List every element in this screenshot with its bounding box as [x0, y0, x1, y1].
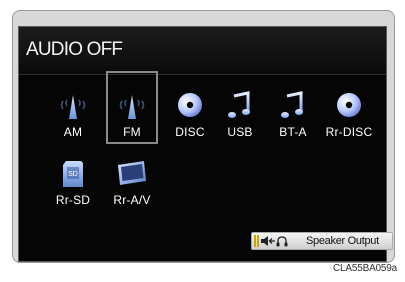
speaker-output-button[interactable]: Speaker Output — [251, 232, 393, 250]
source-fm-button[interactable]: FM — [106, 71, 158, 144]
figure-code: CLA55BA059a — [333, 263, 397, 274]
audio-screen: AUDIO OFF AM FM DISC USB BT-A Rr-DISC SD… — [18, 26, 393, 262]
source-label: Rr-A/V — [113, 193, 151, 207]
disc-icon — [337, 93, 361, 117]
radio-tower-icon — [119, 95, 145, 119]
svg-text:SD: SD — [68, 171, 78, 178]
source-label: Rr-DISC — [325, 125, 373, 139]
speaker-output-icon — [254, 235, 288, 247]
source-rr-sd-button[interactable]: SD Rr-SD — [47, 153, 99, 213]
source-rr-disc-button[interactable]: Rr-DISC — [323, 85, 375, 145]
sd-card-icon: SD — [63, 161, 83, 187]
monitor-icon — [118, 161, 146, 185]
source-rr-av-button[interactable]: Rr-A/V — [106, 153, 158, 213]
source-am-button[interactable]: AM — [47, 85, 99, 145]
disc-icon — [178, 93, 202, 117]
title-bar: AUDIO OFF — [19, 27, 386, 75]
music-note-icon — [228, 91, 250, 118]
source-bt-a-button[interactable]: BT-A — [267, 85, 319, 145]
speaker-output-label: Speaker Output — [306, 235, 379, 247]
music-note-icon — [281, 91, 303, 118]
page-title: AUDIO OFF — [26, 39, 123, 60]
radio-tower-icon — [60, 95, 86, 119]
